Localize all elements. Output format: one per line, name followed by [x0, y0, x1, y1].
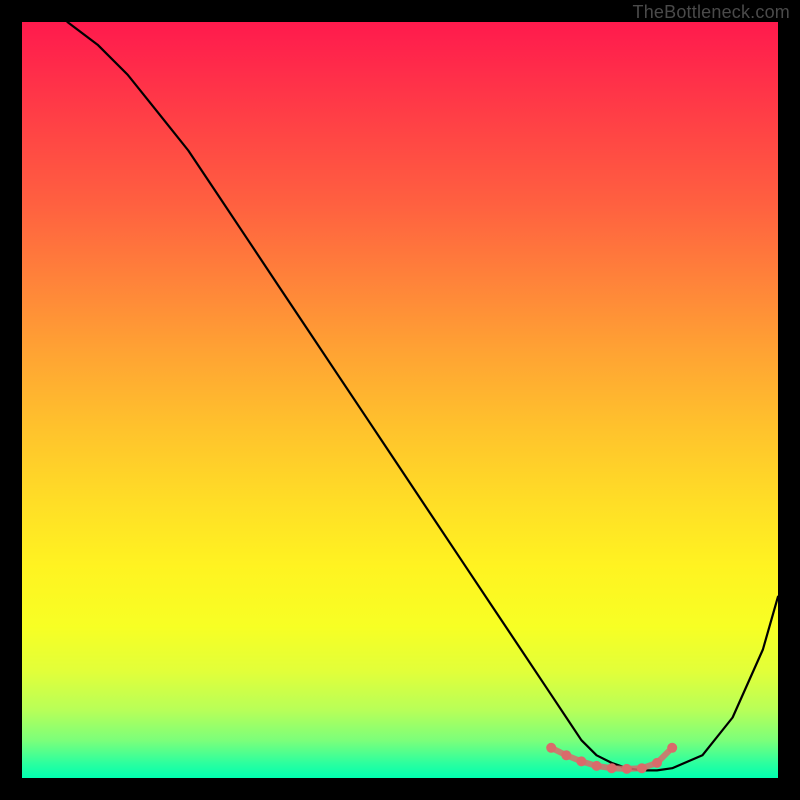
chart-plot-area [22, 22, 778, 778]
chart-frame: TheBottleneck.com [0, 0, 800, 800]
chart-svg [22, 22, 778, 778]
attribution-label: TheBottleneck.com [633, 2, 790, 23]
bottleneck-curve [67, 22, 778, 770]
